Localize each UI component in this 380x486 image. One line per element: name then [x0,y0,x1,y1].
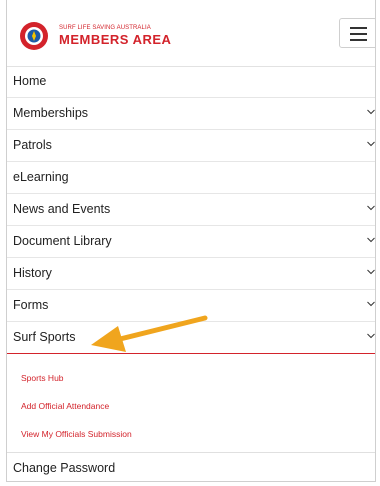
nav-item-label: eLearning [13,170,69,184]
chevron-down-icon[interactable] [367,140,375,148]
nav-item-label: Patrols [13,138,52,152]
nav-item-home[interactable]: Home [7,66,375,98]
hamburger-line [350,27,367,29]
hamburger-line [350,33,367,35]
nav-item-forms[interactable]: Forms [7,290,375,322]
nav-item-label: Home [13,74,47,88]
mobile-nav-panel: SURF LIFE SAVING AUSTRALIA MEMBERS AREA … [6,0,376,482]
nav-item-document-library[interactable]: Document Library [7,226,375,258]
chevron-down-icon[interactable] [367,236,375,244]
submenu-link-sports-hub[interactable]: Sports Hub [21,373,64,383]
chevron-down-icon[interactable] [367,204,375,212]
brand-title[interactable]: MEMBERS AREA [59,32,171,47]
chevron-down-icon[interactable] [367,268,375,276]
nav-item-news-and-events[interactable]: News and Events [7,194,375,226]
nav-item-surf-sports[interactable]: Surf Sports [7,322,375,354]
nav-item-label: Document Library [13,234,112,248]
nav-item-label: News and Events [13,202,111,216]
nav-item-elearning[interactable]: eLearning [7,162,375,194]
hamburger-menu-button[interactable] [339,18,375,48]
chevron-down-icon[interactable] [367,300,375,308]
nav-item-label: Change Password [13,461,116,475]
brand-subtitle: SURF LIFE SAVING AUSTRALIA [59,25,151,31]
nav-item-change-password[interactable]: Change Password [7,453,375,481]
site-header: SURF LIFE SAVING AUSTRALIA MEMBERS AREA [7,0,375,67]
chevron-down-icon[interactable] [367,332,375,340]
submenu-link-view-my-officials-submission[interactable]: View My Officials Submission [21,429,132,439]
nav-item-label: Surf Sports [13,330,76,344]
nav-item-history[interactable]: History [7,258,375,290]
nav-item-patrols[interactable]: Patrols [7,130,375,162]
submenu-link-add-official-attendance[interactable]: Add Official Attendance [21,401,109,411]
sls-logo-icon[interactable] [19,21,49,51]
nav-item-memberships[interactable]: Memberships [7,98,375,130]
nav-item-label: Forms [13,298,49,312]
nav-item-label: History [13,266,52,280]
hamburger-line [350,39,367,41]
nav-item-label: Memberships [13,106,89,120]
chevron-down-icon[interactable] [367,108,375,116]
